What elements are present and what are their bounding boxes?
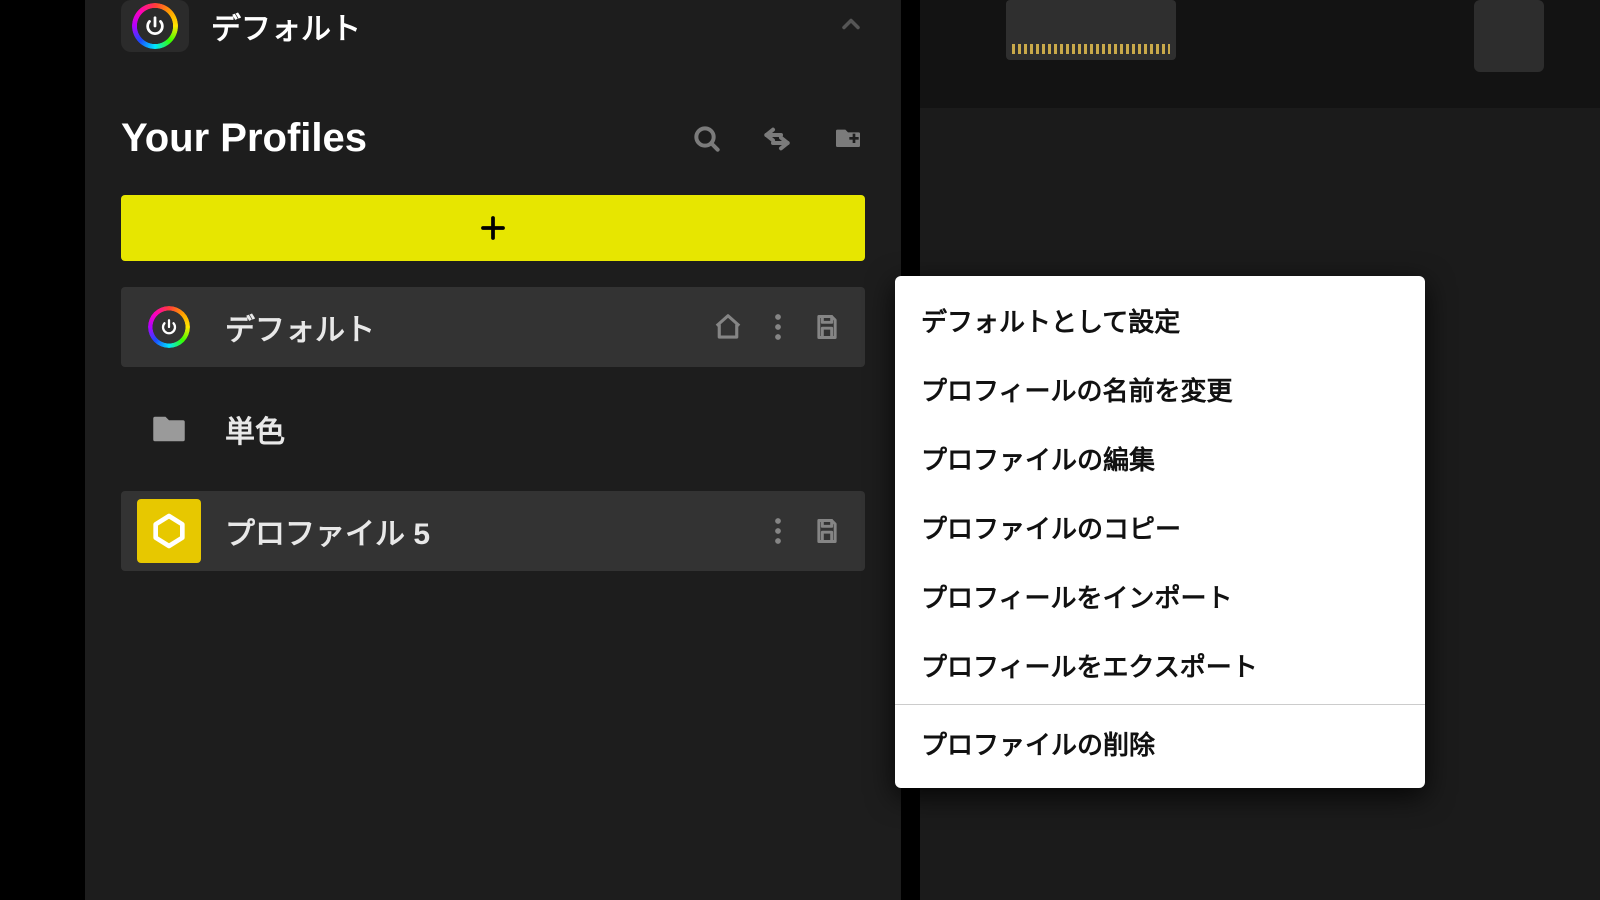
save-icon[interactable] [813, 517, 841, 545]
menu-import-profile[interactable]: プロフィールをインポート [895, 562, 1425, 631]
profile-row-5[interactable]: プロファイル 5 [121, 491, 865, 571]
menu-set-default[interactable]: デフォルトとして設定 [895, 286, 1425, 355]
sync-icon[interactable] [759, 123, 795, 155]
menu-delete-profile[interactable]: プロファイルの削除 [895, 709, 1425, 778]
new-folder-icon[interactable] [831, 123, 865, 155]
current-profile-title: デフォルト [211, 4, 815, 48]
more-icon[interactable] [773, 312, 783, 342]
profile-list: デフォルト 単色 プロファイル 5 [85, 287, 901, 571]
menu-edit-profile[interactable]: プロファイルの編集 [895, 424, 1425, 493]
profiles-title: Your Profiles [121, 116, 669, 161]
current-profile-header[interactable]: デフォルト [85, 0, 901, 76]
profile-row-default[interactable]: デフォルト [121, 287, 865, 367]
icue-icon [121, 0, 189, 52]
menu-separator [895, 704, 1425, 705]
icue-icon [137, 295, 201, 359]
home-icon[interactable] [713, 312, 743, 342]
menu-copy-profile[interactable]: プロファイルのコピー [895, 493, 1425, 562]
profile-folder-row[interactable]: 単色 [121, 389, 865, 469]
profile-context-menu: デフォルトとして設定 プロフィールの名前を変更 プロファイルの編集 プロファイル… [895, 276, 1425, 788]
save-icon[interactable] [813, 313, 841, 341]
device-preview-strip [920, 0, 1600, 108]
profile-label: プロファイル 5 [225, 509, 749, 553]
profile-label: 単色 [225, 407, 841, 451]
add-profile-button[interactable] [121, 195, 865, 261]
folder-icon [137, 397, 201, 461]
sidebar: デフォルト Your Profiles [85, 0, 901, 900]
device-card-thumb[interactable] [1474, 0, 1544, 72]
more-icon[interactable] [773, 516, 783, 546]
hex-icon [137, 499, 201, 563]
profile-label: デフォルト [225, 305, 689, 349]
search-icon[interactable] [691, 123, 723, 155]
device-ram-thumb[interactable] [1006, 0, 1176, 60]
chevron-up-icon [837, 10, 865, 43]
profiles-actions [691, 123, 865, 155]
profiles-header: Your Profiles [85, 76, 901, 195]
menu-rename-profile[interactable]: プロフィールの名前を変更 [895, 355, 1425, 424]
menu-export-profile[interactable]: プロフィールをエクスポート [895, 631, 1425, 700]
